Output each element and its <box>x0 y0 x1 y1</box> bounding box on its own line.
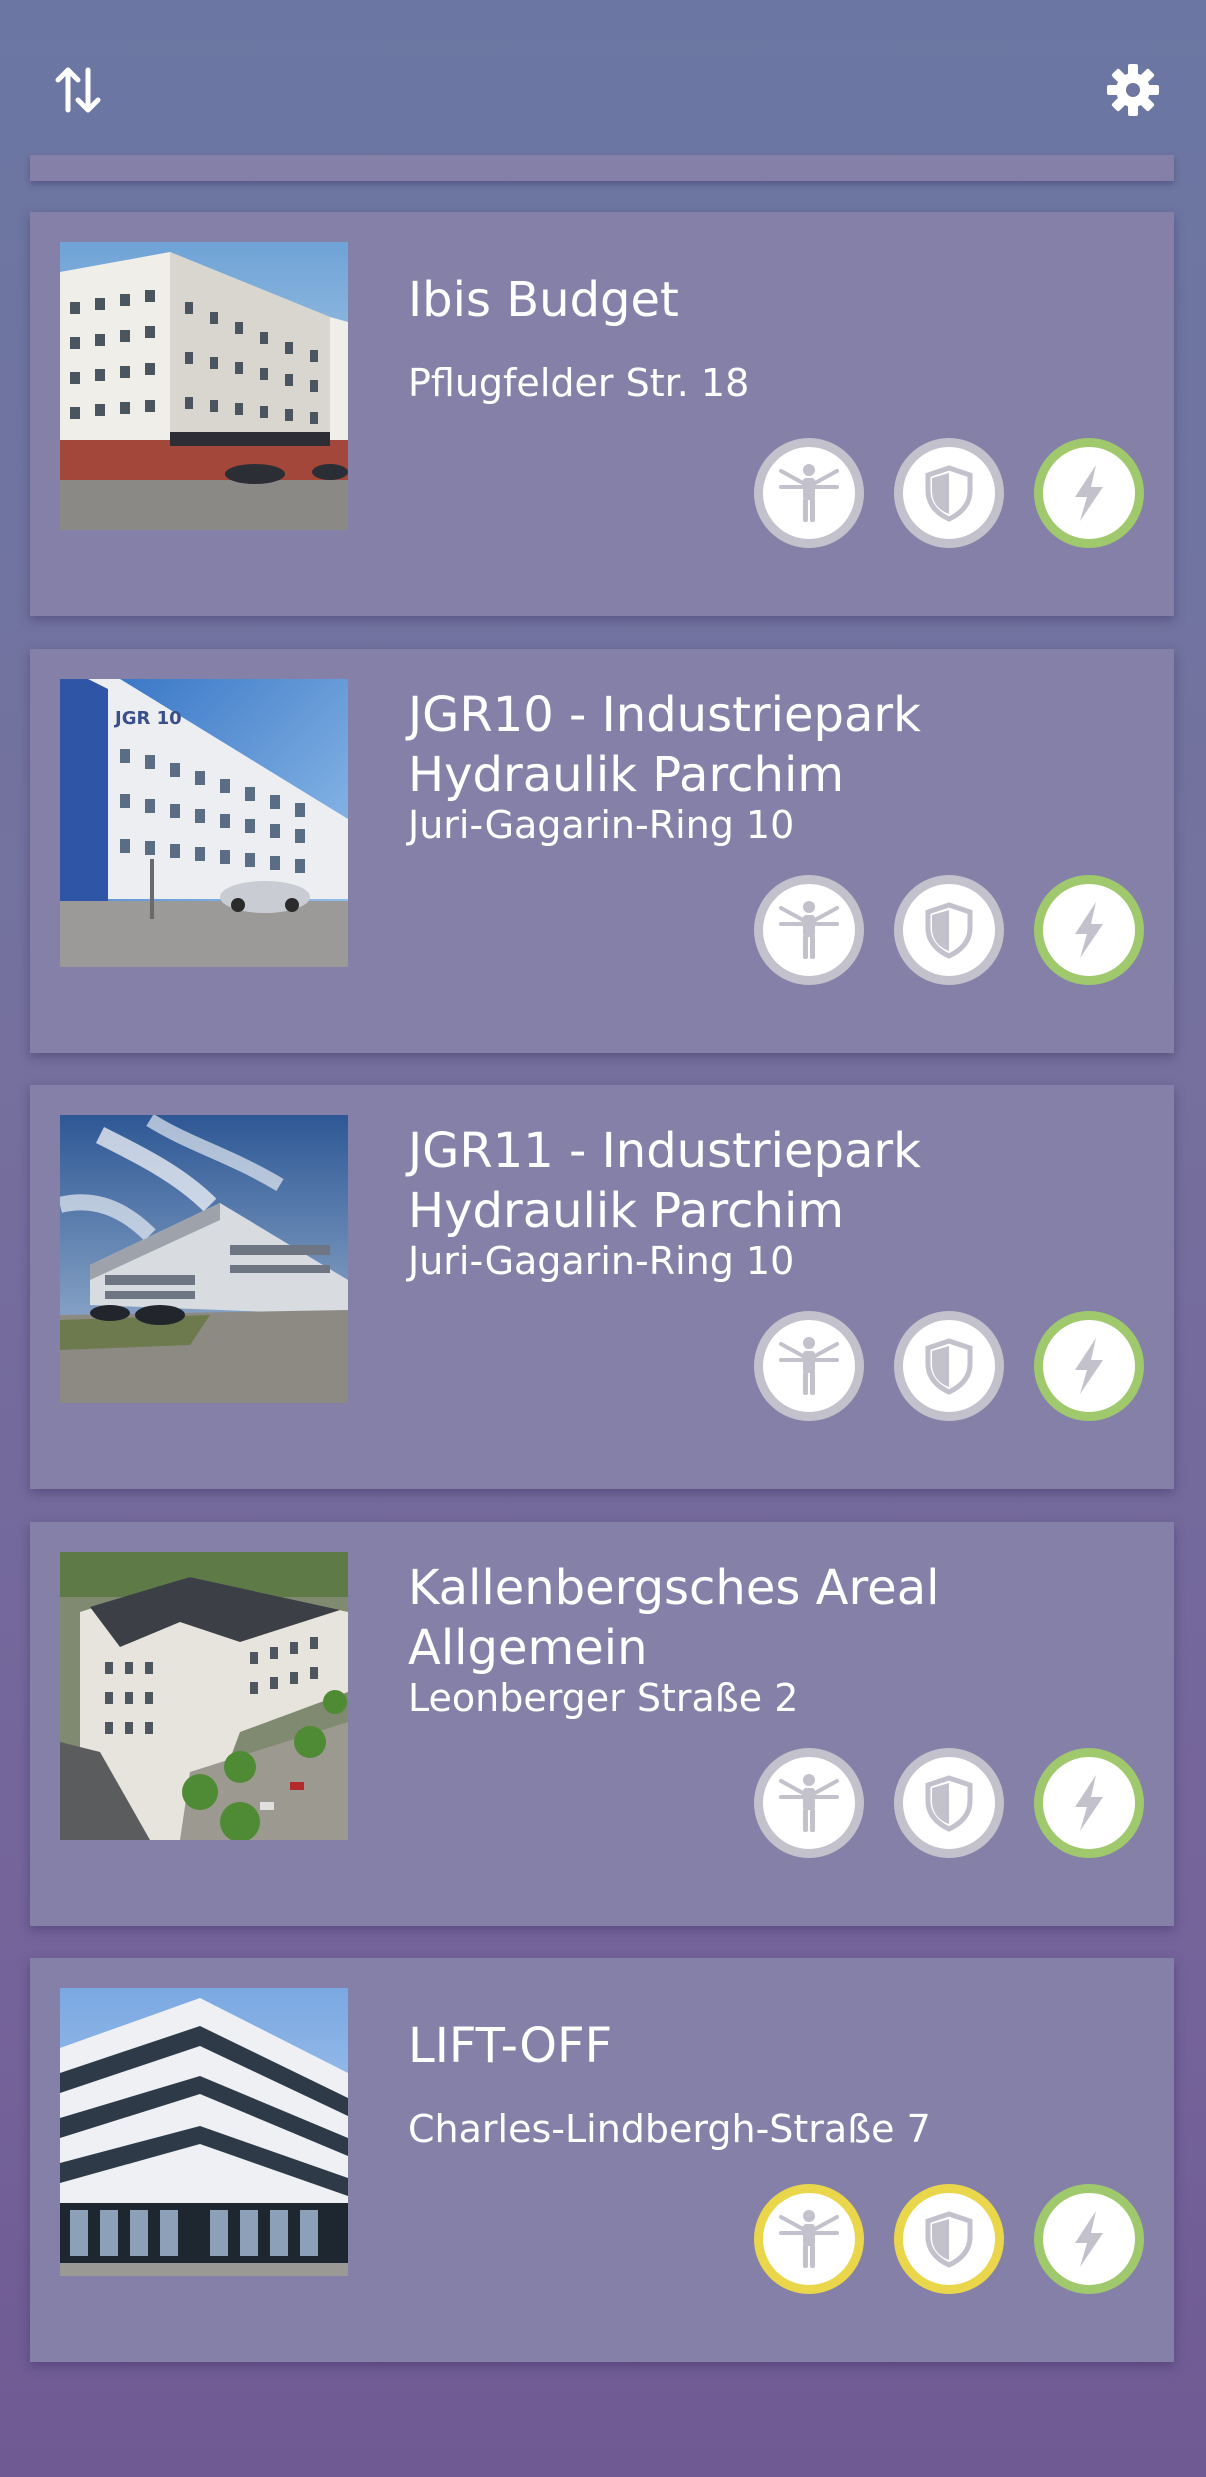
sort-arrows-icon <box>55 67 101 113</box>
site-card[interactable]: LIFT-OFF Charles-Lindbergh-Straße 7 <box>30 1958 1174 2362</box>
vitruvian-person-icon <box>779 901 839 959</box>
energy-status-badge[interactable] <box>1034 875 1144 985</box>
site-card[interactable]: JGR 10 JGR10 - Industriepark Hydraulik P… <box>30 649 1174 1053</box>
partial-list-card[interactable] <box>30 155 1174 181</box>
shield-status-badge[interactable] <box>894 875 1004 985</box>
energy-status-badge[interactable] <box>1034 438 1144 548</box>
site-address: Charles-Lindbergh-Straße 7 <box>408 2107 931 2151</box>
energy-status-badge[interactable] <box>1034 1748 1144 1858</box>
shield-status-badge[interactable] <box>894 1311 1004 1421</box>
person-status-badge[interactable] <box>754 1311 864 1421</box>
site-address: Pflugfelder Str. 18 <box>408 361 750 405</box>
shield-icon <box>925 2211 973 2268</box>
site-photo <box>60 1552 348 1840</box>
status-badges <box>754 1311 1144 1421</box>
person-status-badge[interactable] <box>754 438 864 548</box>
site-photo <box>60 242 348 530</box>
vitruvian-person-icon <box>779 1774 839 1832</box>
vitruvian-person-icon <box>779 464 839 522</box>
energy-status-badge[interactable] <box>1034 2184 1144 2294</box>
site-title: LIFT-OFF <box>408 2018 613 2074</box>
site-title: JGR11 - Industriepark Hydraulik Parchim <box>408 1123 921 1239</box>
top-bar <box>0 0 1206 160</box>
lightning-icon <box>1075 1338 1103 1394</box>
site-photo: JGR 10 <box>60 679 348 967</box>
site-title: JGR10 - Industriepark Hydraulik Parchim <box>408 687 921 803</box>
site-title: Kallenbergsches Areal Allgemein <box>408 1560 940 1676</box>
site-address: Juri-Gagarin-Ring 10 <box>408 1239 795 1283</box>
site-card[interactable]: Kallenbergsches Areal Allgemein Leonberg… <box>30 1522 1174 1926</box>
shield-icon <box>925 465 973 522</box>
shield-status-badge[interactable] <box>894 2184 1004 2294</box>
site-card[interactable]: JGR11 - Industriepark Hydraulik Parchim … <box>30 1085 1174 1489</box>
gear-icon <box>1107 64 1159 116</box>
shield-status-badge[interactable] <box>894 1748 1004 1858</box>
svg-text:JGR 10: JGR 10 <box>113 708 182 729</box>
lightning-icon <box>1075 465 1103 521</box>
site-photo <box>60 1988 348 2276</box>
person-status-badge[interactable] <box>754 1748 864 1858</box>
settings-button[interactable] <box>1093 50 1173 130</box>
lightning-icon <box>1075 1775 1103 1831</box>
lightning-icon <box>1075 902 1103 958</box>
person-status-badge[interactable] <box>754 2184 864 2294</box>
status-badges <box>754 875 1144 985</box>
shield-icon <box>925 902 973 959</box>
status-badges <box>754 438 1144 548</box>
site-photo <box>60 1115 348 1403</box>
sort-button[interactable] <box>38 50 118 130</box>
lightning-icon <box>1075 2211 1103 2267</box>
shield-status-badge[interactable] <box>894 438 1004 548</box>
status-badges <box>754 2184 1144 2294</box>
person-status-badge[interactable] <box>754 875 864 985</box>
energy-status-badge[interactable] <box>1034 1311 1144 1421</box>
vitruvian-person-icon <box>779 2210 839 2268</box>
shield-icon <box>925 1775 973 1832</box>
status-badges <box>754 1748 1144 1858</box>
site-title: Ibis Budget <box>408 272 679 328</box>
site-address: Juri-Gagarin-Ring 10 <box>408 803 795 847</box>
site-card[interactable]: Ibis Budget Pflugfelder Str. 18 <box>30 212 1174 616</box>
vitruvian-person-icon <box>779 1337 839 1395</box>
site-address: Leonberger Straße 2 <box>408 1676 799 1720</box>
shield-icon <box>925 1338 973 1395</box>
